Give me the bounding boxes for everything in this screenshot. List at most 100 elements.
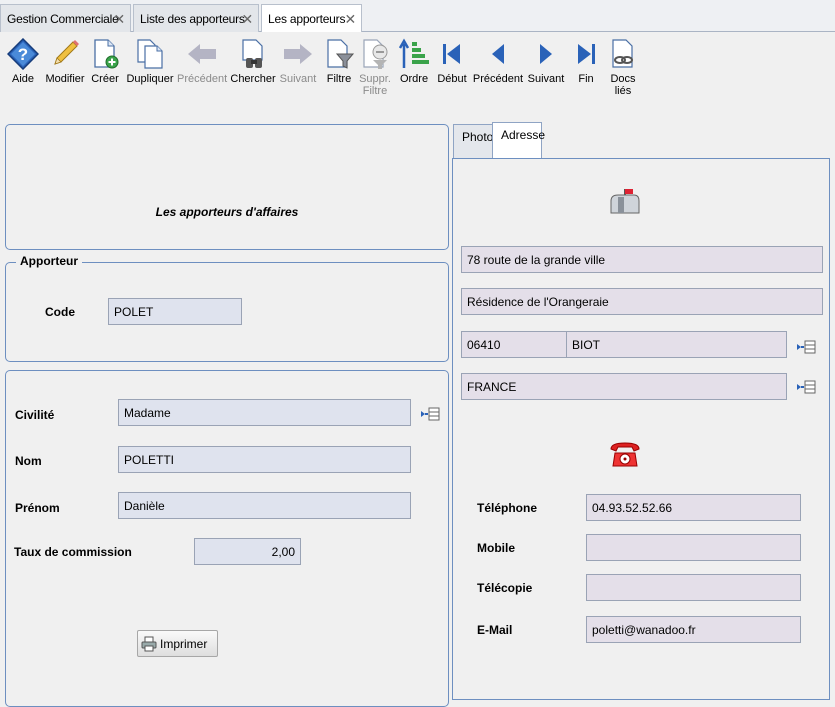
taux-commission-field[interactable]: 2,00 <box>194 538 301 565</box>
ordre-label: Ordre <box>399 73 429 85</box>
printer-icon <box>141 636 157 652</box>
page-title: Les apporteurs d'affaires <box>155 205 299 219</box>
close-icon[interactable]: ✕ <box>241 11 253 28</box>
filtre-label: Filtre <box>326 73 352 85</box>
fin-button[interactable]: Fin <box>570 38 602 85</box>
adresse-ligne2-field[interactable]: Résidence de l'Orangeraie <box>461 288 823 315</box>
modifier-label: Modifier <box>45 73 85 85</box>
filter-icon <box>327 39 355 69</box>
code-postal-field[interactable]: 06410 <box>461 331 567 358</box>
precedent-button[interactable]: Précédent <box>472 38 524 85</box>
telephone-label: Téléphone <box>477 501 538 515</box>
dupliquer-label: Dupliquer <box>126 73 174 85</box>
precedent-label: Précédent <box>472 73 524 85</box>
prenom-label: Prénom <box>15 501 60 515</box>
fin-label: Fin <box>578 73 594 85</box>
suppr-filtre-label-2: Filtre <box>362 85 388 97</box>
adresse-ligne1-field[interactable]: 78 route de la grande ville <box>461 246 823 273</box>
duplicate-icon <box>137 39 163 69</box>
telephone-field[interactable]: 04.93.52.52.66 <box>586 494 801 521</box>
aide-label: Aide <box>11 73 35 85</box>
arrow-right-icon <box>284 44 312 64</box>
mobile-field[interactable] <box>586 534 801 561</box>
modifier-button[interactable]: Modifier <box>44 38 86 85</box>
suivant-disabled-button[interactable]: Suivant <box>278 38 318 85</box>
tab-label: Les apporteurs <box>268 12 346 26</box>
ordre-button[interactable]: Ordre <box>396 38 432 85</box>
pencil-icon <box>54 40 79 65</box>
new-document-icon <box>94 39 119 69</box>
document-tab-strip: Gestion Commerciale ✕ Liste des apporteu… <box>0 0 835 33</box>
arrow-left-icon <box>188 44 216 64</box>
telecopie-label: Télécopie <box>477 581 533 595</box>
tab-liste-des-apporteurs[interactable]: Liste des apporteurs ✕ <box>133 4 259 32</box>
person-panel: Civilité Madame Nom POLETTI Prénom Daniè… <box>5 370 449 707</box>
taux-commission-label: Taux de commission <box>14 545 132 559</box>
email-field[interactable]: poletti@wanadoo.fr <box>586 616 801 643</box>
debut-label: Début <box>437 73 467 85</box>
nom-label: Nom <box>15 454 42 468</box>
filtre-button[interactable]: Filtre <box>322 38 356 85</box>
tab-label: Liste des apporteurs <box>140 12 245 26</box>
telephone-icon <box>610 442 640 467</box>
pays-field[interactable]: FRANCE <box>461 373 787 400</box>
chercher-button[interactable]: Chercher <box>230 38 276 85</box>
code-field[interactable]: POLET <box>108 298 242 325</box>
tab-photo-label: Photo <box>462 130 494 144</box>
help-icon: ? <box>7 38 39 70</box>
code-label: Code <box>45 305 75 319</box>
aide-button[interactable]: ? Aide <box>4 38 42 85</box>
list-picker-icon[interactable] <box>420 406 440 422</box>
adresse-panel: 78 route de la grande ville Résidence de… <box>452 158 830 700</box>
tab-label: Gestion Commerciale <box>7 12 119 26</box>
docs-lies-label-1: Docs <box>610 73 636 85</box>
docs-lies-button[interactable]: Docs liés <box>606 38 640 97</box>
mobile-label: Mobile <box>477 541 515 555</box>
tab-photo[interactable]: Photo <box>453 124 493 158</box>
close-icon[interactable]: ✕ <box>344 11 356 28</box>
last-record-icon <box>578 44 595 64</box>
docs-lies-label-2: liés <box>614 85 632 97</box>
suivant-disabled-label: Suivant <box>279 73 317 85</box>
list-picker-icon[interactable] <box>796 379 816 395</box>
apporteur-legend: Apporteur <box>16 254 82 268</box>
toolbar: ? Aide Modifier Créer Dupliquer Précéden… <box>0 32 835 114</box>
civilite-label: Civilité <box>15 408 55 422</box>
next-record-icon <box>540 44 552 64</box>
precedent-disabled-label: Précédent <box>177 73 228 85</box>
remove-filter-icon <box>363 39 388 69</box>
dupliquer-button[interactable]: Dupliquer <box>125 38 175 85</box>
suivant-label: Suivant <box>527 73 565 85</box>
telecopie-field[interactable] <box>586 574 801 601</box>
creer-button[interactable]: Créer <box>88 38 122 85</box>
tab-adresse-label: Adresse <box>501 128 546 142</box>
civilite-field[interactable]: Madame <box>118 399 411 426</box>
imprimer-label: Imprimer <box>160 637 208 651</box>
imprimer-button[interactable]: Imprimer <box>137 630 218 657</box>
nom-field[interactable]: POLETTI <box>118 446 411 473</box>
apporteur-group: Apporteur Code POLET <box>5 254 449 362</box>
suppr-filtre-label-1: Suppr. <box>359 73 391 85</box>
tab-gestion-commerciale[interactable]: Gestion Commerciale ✕ <box>0 4 131 32</box>
mailbox-icon <box>610 189 640 214</box>
previous-record-icon <box>492 44 504 64</box>
sort-order-icon <box>398 38 429 68</box>
debut-button[interactable]: Début <box>435 38 469 85</box>
binoculars-icon <box>242 39 263 68</box>
close-icon[interactable]: ✕ <box>113 11 125 28</box>
header-panel: Les apporteurs d'affaires <box>5 124 449 250</box>
chercher-label: Chercher <box>230 73 276 85</box>
precedent-disabled-button[interactable]: Précédent <box>177 38 227 85</box>
prenom-field[interactable]: Danièle <box>118 492 411 519</box>
tab-adresse[interactable]: Adresse <box>492 122 546 159</box>
svg-text:?: ? <box>18 45 28 64</box>
linked-docs-icon <box>612 39 633 68</box>
ville-field[interactable]: BIOT <box>566 331 787 358</box>
suppr-filtre-button[interactable]: Suppr. Filtre <box>357 38 393 97</box>
tab-les-apporteurs[interactable]: Les apporteurs ✕ <box>261 4 362 33</box>
suivant-button[interactable]: Suivant <box>526 38 566 85</box>
creer-label: Créer <box>91 73 119 85</box>
list-picker-icon[interactable] <box>796 339 816 355</box>
first-record-icon <box>443 44 460 64</box>
email-label: E-Mail <box>477 623 513 637</box>
